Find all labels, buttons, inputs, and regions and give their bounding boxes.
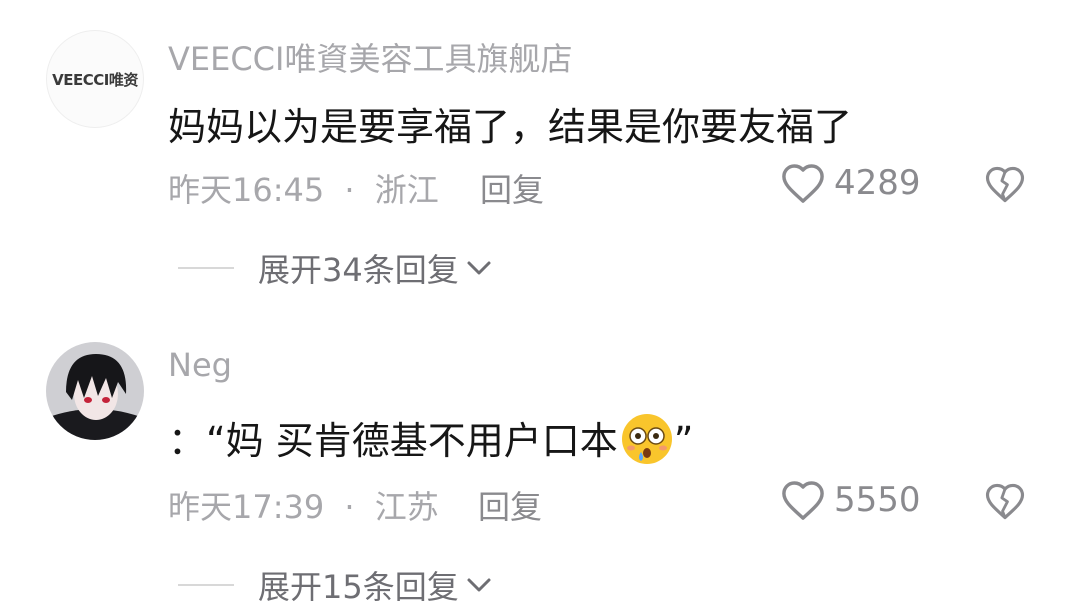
reply-button[interactable]: 回复	[480, 165, 544, 211]
like-button[interactable]: 4289	[780, 162, 921, 204]
like-count: 4289	[834, 163, 921, 203]
comment-item: VEECCI唯资 VEECCI唯資美容工具旗舰店 妈妈以为是要享福了，结果是你要…	[0, 0, 1080, 300]
flushed-face-emoji	[621, 414, 672, 464]
avatar[interactable]	[46, 342, 144, 440]
expand-replies-label: 展开34条回复	[258, 251, 459, 289]
heart-icon	[782, 164, 824, 203]
avatar-image	[46, 342, 144, 440]
avatar-brand-text: VEECCI唯资	[52, 70, 138, 89]
username[interactable]: Neg	[168, 346, 232, 384]
comment-item: Neg ：“妈 买肯德基不用户口本 ” 昨天17:39 · 江苏 回复 5550	[0, 300, 1080, 606]
divider-line	[178, 584, 234, 586]
chevron-down-icon	[467, 578, 491, 592]
comment-time: 昨天16:45	[168, 171, 325, 209]
expand-replies-button[interactable]: 展开34条回复	[178, 245, 493, 291]
comment-meta: 昨天17:39 · 江苏	[168, 482, 439, 528]
expand-replies-label: 展开15条回复	[258, 568, 459, 606]
comment-time: 昨天17:39	[168, 488, 325, 526]
like-count: 5550	[834, 480, 921, 520]
reply-button[interactable]: 回复	[478, 482, 542, 528]
broken-heart-icon	[985, 166, 1025, 203]
broken-heart-icon	[985, 483, 1025, 520]
heart-icon	[782, 481, 824, 520]
dislike-button[interactable]	[984, 164, 1026, 208]
comment-text-end: ”	[673, 419, 694, 463]
meta-separator: ·	[344, 488, 355, 526]
comment-location: 江苏	[374, 488, 439, 526]
comment-meta: 昨天16:45 · 浙江	[168, 165, 439, 211]
avatar[interactable]: VEECCI唯资	[46, 30, 144, 128]
chevron-down-icon	[467, 261, 491, 275]
like-button[interactable]: 5550	[780, 479, 921, 521]
username[interactable]: VEECCI唯資美容工具旗舰店	[168, 34, 572, 80]
dislike-button[interactable]	[984, 481, 1026, 525]
divider-line	[178, 267, 234, 269]
comment-text: ：“妈 买肯德基不用户口本 ”	[168, 410, 693, 466]
comment-location: 浙江	[374, 171, 439, 209]
expand-replies-button[interactable]: 展开15条回复	[178, 562, 493, 608]
comment-text-body: ：“妈 买肯德基不用户口本	[168, 419, 618, 463]
comment-text: 妈妈以为是要享福了，结果是你要友福了	[168, 105, 853, 149]
meta-separator: ·	[344, 171, 355, 209]
